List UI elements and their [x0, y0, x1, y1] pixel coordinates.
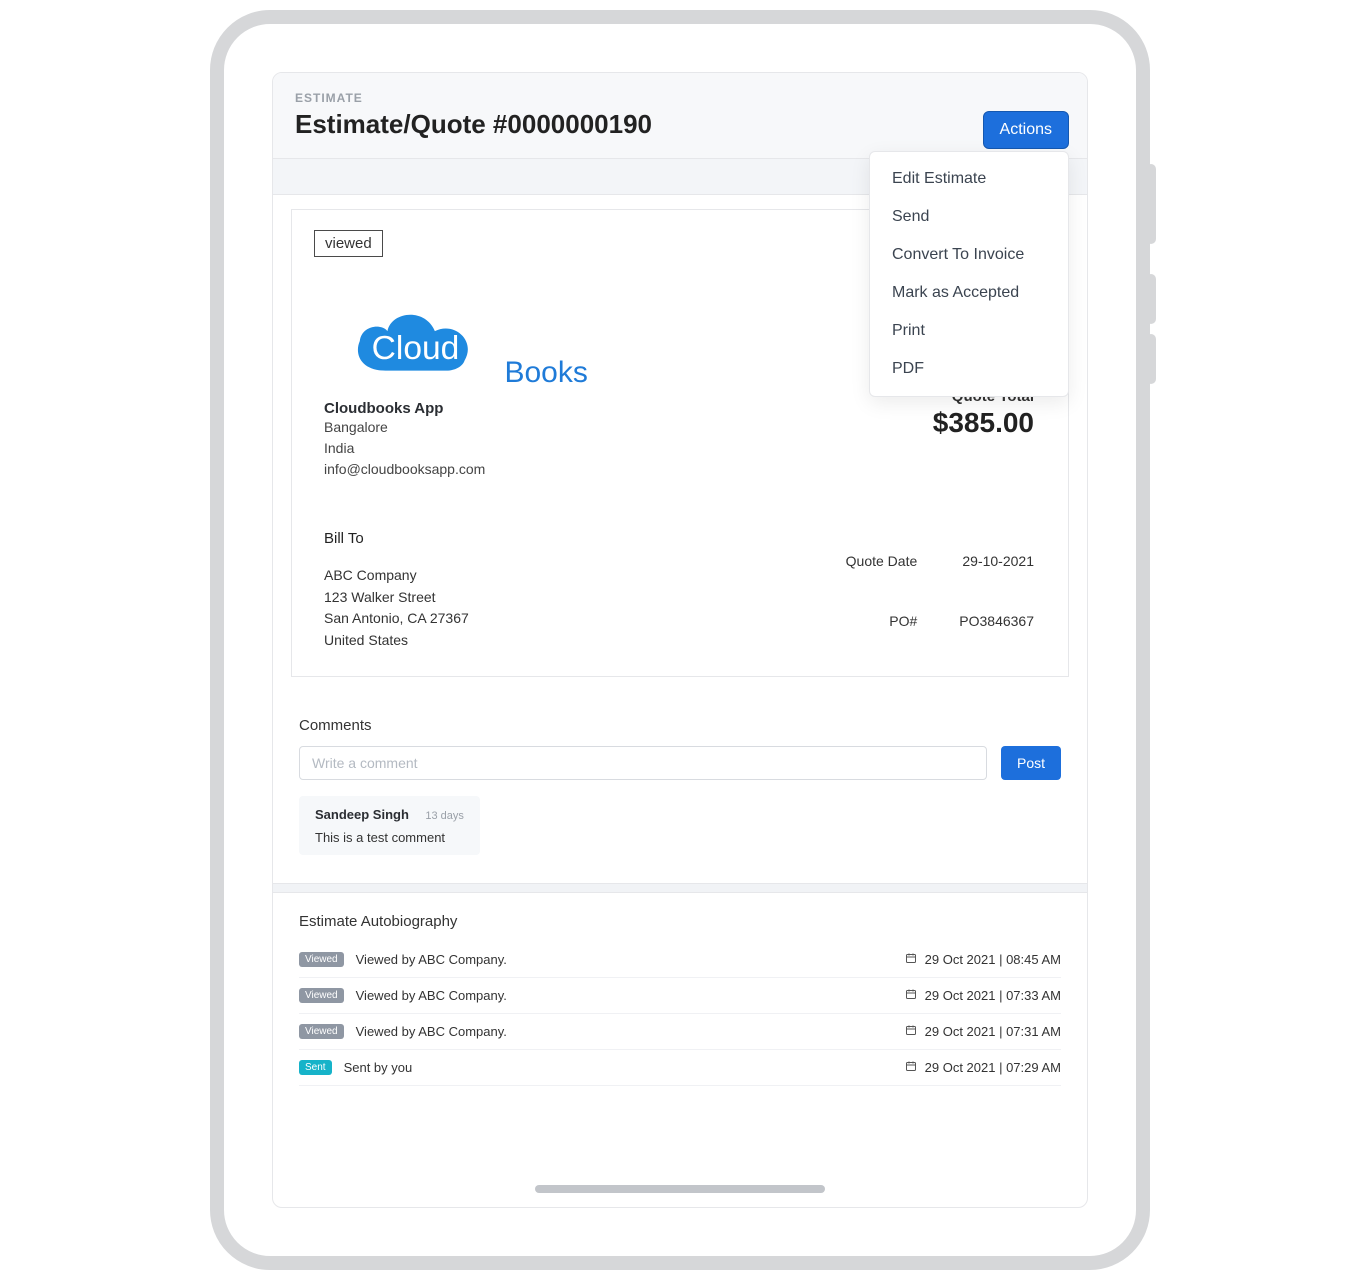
tablet-frame: ESTIMATE Estimate/Quote #0000000190 Acti…	[210, 10, 1150, 1270]
comment-age: 13 days	[425, 810, 464, 822]
tablet-side-button	[1146, 274, 1156, 324]
menu-item-convert-to-invoice[interactable]: Convert To Invoice	[870, 236, 1068, 274]
comment-author: Sandeep Singh	[315, 807, 409, 822]
status-pill: Viewed	[299, 952, 344, 967]
home-indicator	[535, 1185, 825, 1193]
company-address-block: Cloudbooks App Bangalore India info@clou…	[324, 400, 1036, 480]
tablet-side-button	[1146, 334, 1156, 384]
autobiography-row: Viewed Viewed by ABC Company. 29 Oct 2021 …	[299, 1014, 1061, 1050]
po-label: PO#	[806, 592, 918, 650]
autobiography-text: Viewed by ABC Company.	[356, 988, 507, 1003]
comment-body: This is a test comment	[315, 830, 464, 845]
quote-total-value: $385.00	[933, 407, 1034, 439]
billto-line2: San Antonio, CA 27367	[324, 608, 804, 630]
status-pill: Viewed	[299, 1024, 344, 1039]
quote-meta-table: Quote Date 29-10-2021 PO# PO3846367	[804, 530, 1036, 652]
menu-item-send[interactable]: Send	[870, 198, 1068, 236]
comment-card: Sandeep Singh 13 days This is a test com…	[299, 796, 480, 855]
autobiography-date: 29 Oct 2021 | 07:33 AM	[925, 988, 1061, 1003]
autobiography-text: Viewed by ABC Company.	[356, 1024, 507, 1039]
comments-heading: Comments	[299, 717, 1061, 734]
app-screen: ESTIMATE Estimate/Quote #0000000190 Acti…	[272, 72, 1088, 1208]
quote-date-value: 29-10-2021	[919, 532, 1034, 590]
comments-section: Comments Post Sandeep Singh 13 days This…	[291, 717, 1069, 855]
quote-date-label: Quote Date	[806, 532, 918, 590]
autobiography-date: 29 Oct 2021 | 07:31 AM	[925, 1024, 1061, 1039]
section-divider	[273, 883, 1087, 893]
logo-text-books: Books	[504, 356, 587, 389]
status-pill: Viewed	[299, 988, 344, 1003]
company-name: Cloudbooks App	[324, 400, 1036, 417]
menu-item-mark-as-accepted[interactable]: Mark as Accepted	[870, 274, 1068, 312]
status-pill: Sent	[299, 1060, 332, 1075]
autobiography-text: Viewed by ABC Company.	[356, 952, 507, 967]
calendar-icon	[905, 988, 917, 1003]
autobiography-date: 29 Oct 2021 | 07:29 AM	[925, 1060, 1061, 1075]
autobiography-date: 29 Oct 2021 | 08:45 AM	[925, 952, 1061, 967]
tablet-side-button	[1146, 164, 1156, 244]
billto-name: ABC Company	[324, 565, 804, 587]
menu-item-print[interactable]: Print	[870, 312, 1068, 350]
autobiography-row: Viewed Viewed by ABC Company. 29 Oct 2021 …	[299, 942, 1061, 978]
billto-line1: 123 Walker Street	[324, 587, 804, 609]
calendar-icon	[905, 1060, 917, 1075]
billto-block: Bill To ABC Company 123 Walker Street Sa…	[324, 530, 804, 652]
comment-input[interactable]	[299, 746, 987, 780]
autobiography-row: Sent Sent by you 29 Oct 2021 | 07:29 AM	[299, 1050, 1061, 1086]
comment-input-row: Post	[299, 746, 1061, 780]
post-button[interactable]: Post	[1001, 746, 1061, 780]
actions-menu: Edit Estimate Send Convert To Invoice Ma…	[869, 151, 1069, 397]
autobiography-row: Viewed Viewed by ABC Company. 29 Oct 2021 …	[299, 978, 1061, 1014]
billto-line3: United States	[324, 630, 804, 652]
page-eyebrow: ESTIMATE	[295, 91, 1065, 105]
autobiography-text: Sent by you	[344, 1060, 413, 1075]
page-header: ESTIMATE Estimate/Quote #0000000190 Acti…	[273, 73, 1087, 159]
page-title: Estimate/Quote #0000000190	[295, 109, 1065, 140]
svg-text:Cloud: Cloud	[372, 330, 460, 367]
company-city: Bangalore	[324, 417, 1036, 438]
company-country: India	[324, 438, 1036, 459]
billto-heading: Bill To	[324, 530, 804, 547]
autobiography-section: Estimate Autobiography Viewed Viewed by A…	[291, 893, 1069, 1094]
autobiography-heading: Estimate Autobiography	[299, 913, 1061, 930]
billto-row: Bill To ABC Company 123 Walker Street Sa…	[324, 530, 1036, 652]
menu-item-edit-estimate[interactable]: Edit Estimate	[870, 160, 1068, 198]
company-email: info@cloudbooksapp.com	[324, 459, 1036, 480]
status-badge: viewed	[314, 230, 383, 257]
calendar-icon	[905, 1024, 917, 1039]
po-value: PO3846367	[919, 592, 1034, 650]
actions-button[interactable]: Actions	[983, 111, 1069, 149]
cloudbooks-logo-icon: Cloud	[344, 297, 502, 382]
calendar-icon	[905, 952, 917, 967]
menu-item-pdf[interactable]: PDF	[870, 350, 1068, 388]
